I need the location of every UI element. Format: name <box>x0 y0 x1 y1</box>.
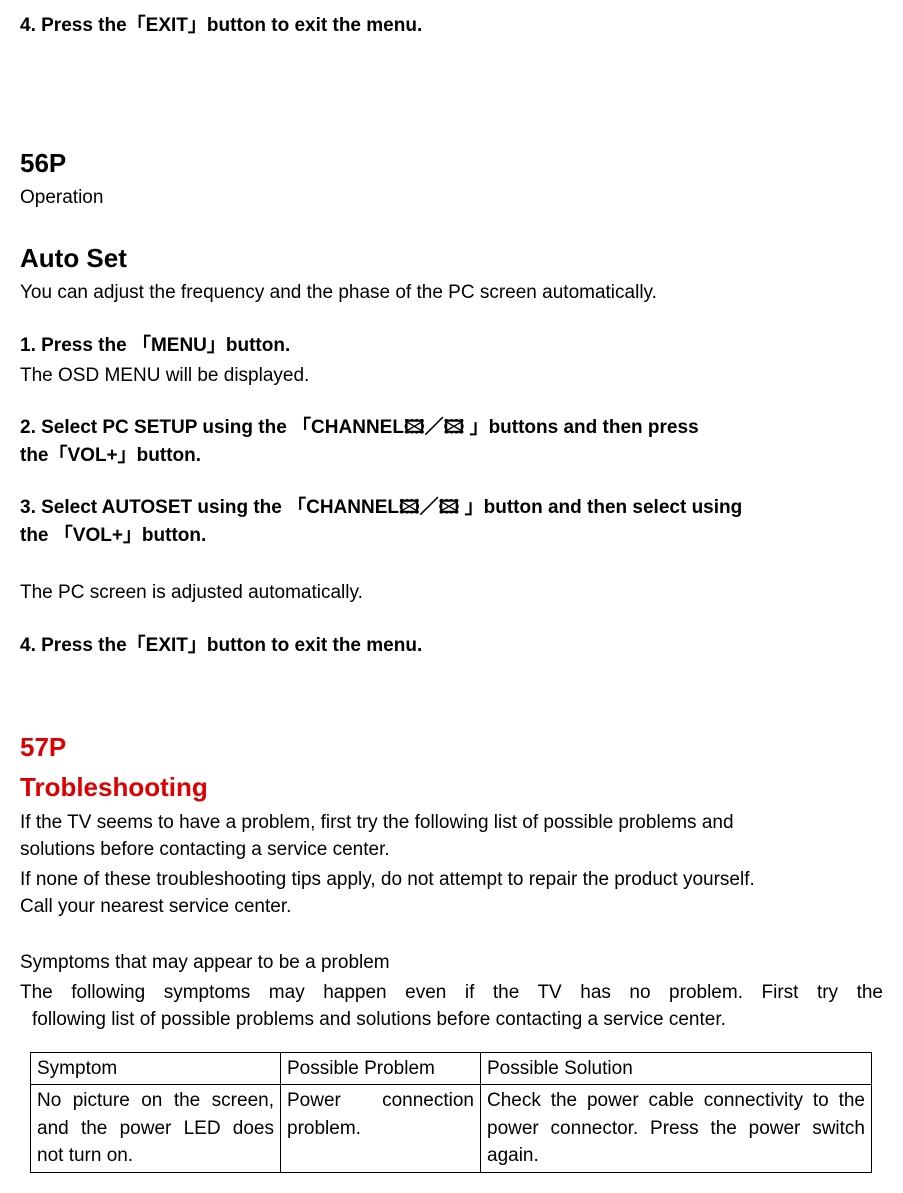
table-row: No picture on the screen, and the power … <box>31 1085 872 1173</box>
step-4: 4. Press the「EXIT」button to exit the men… <box>20 632 883 660</box>
trouble-p2-l1: If none of these troubleshooting tips ap… <box>20 866 883 894</box>
troubleshooting-table: Symptom Possible Problem Possible Soluti… <box>30 1052 872 1173</box>
heading-auto-set: Auto Set <box>20 240 883 278</box>
td-problem: Power connection problem. <box>281 1085 481 1173</box>
heading-troubleshooting: Trobleshooting <box>20 769 883 807</box>
step-1: 1. Press the 「MENU」button. <box>20 332 883 360</box>
page-56-subhead: Operation <box>20 184 883 212</box>
th-symptom: Symptom <box>31 1052 281 1085</box>
trouble-p1-l1: If the TV seems to have a problem, first… <box>20 809 883 837</box>
spacer <box>20 659 883 729</box>
spacer <box>20 549 883 577</box>
page-number-56: 56P <box>20 145 883 183</box>
trouble-p1-l2: solutions before contacting a service ce… <box>20 836 883 864</box>
step-3-line1: 3. Select AUTOSET using the 「CHANNEL🖾／🖾 … <box>20 494 883 522</box>
trouble-p2-l2: Call your nearest service center. <box>20 893 883 921</box>
spacer <box>20 921 883 949</box>
step-3-line2: the 「VOL+」button. <box>20 522 883 550</box>
step-3-desc: The PC screen is adjusted automatically. <box>20 579 883 607</box>
table-header-row: Symptom Possible Problem Possible Soluti… <box>31 1052 872 1085</box>
symptoms-l1: The following symptoms may happen even i… <box>20 979 883 1007</box>
auto-set-intro: You can adjust the frequency and the pha… <box>20 279 883 307</box>
step-exit-prev: 4. Press the「EXIT」button to exit the men… <box>20 12 883 40</box>
spacer <box>20 40 883 145</box>
th-possible-problem: Possible Problem <box>281 1052 481 1085</box>
symptoms-heading: Symptoms that may appear to be a problem <box>20 949 883 977</box>
step-2-line1: 2. Select PC SETUP using the 「CHANNEL🖾／🖾… <box>20 414 883 442</box>
td-solution: Check the power cable connectivity to th… <box>481 1085 872 1173</box>
page-number-57: 57P <box>20 729 883 767</box>
step-2-line2: the「VOL+」button. <box>20 442 883 470</box>
symptoms-l2: following list of possible problems and … <box>20 1006 883 1034</box>
td-symptom: No picture on the screen, and the power … <box>31 1085 281 1173</box>
step-1-desc: The OSD MENU will be displayed. <box>20 362 883 390</box>
th-possible-solution: Possible Solution <box>481 1052 872 1085</box>
